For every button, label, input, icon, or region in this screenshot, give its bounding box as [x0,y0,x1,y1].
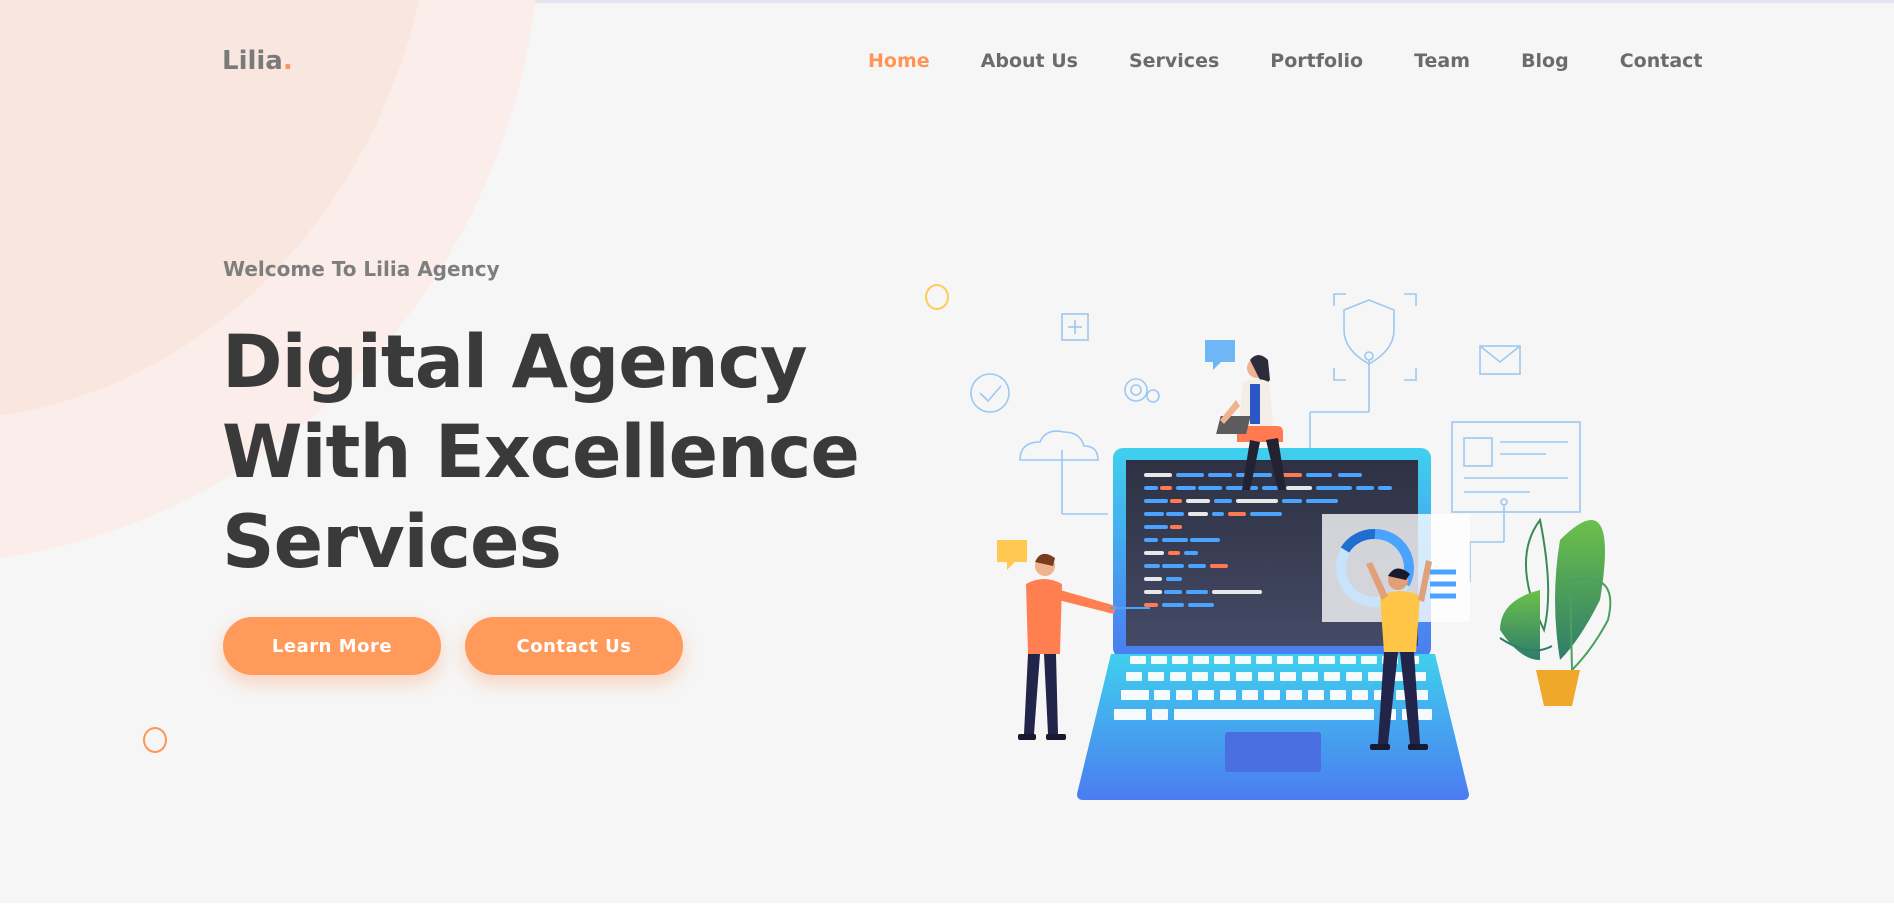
logo-text: Lilia [222,46,283,76]
laptop-team-illustration [970,293,1612,800]
nav-item-contact[interactable]: Contact [1620,50,1703,72]
page: Lilia. Home About Us Services Portfolio … [0,0,1894,915]
chat-bubble-icon [997,540,1027,570]
hero-subtitle: Welcome To Lilia Agency [223,257,500,281]
nav-item-blog[interactable]: Blog [1521,50,1569,72]
chat-bubble-icon [1205,340,1235,370]
shield-icon [1343,299,1395,365]
nav-item-portfolio[interactable]: Portfolio [1270,50,1363,72]
main-nav: Home About Us Services Portfolio Team Bl… [868,50,1754,72]
check-circle-icon [970,373,1010,413]
hero-section: Lilia. Home About Us Services Portfolio … [0,0,1894,903]
nav-item-home[interactable]: Home [868,50,930,72]
document-card-icon [1451,421,1581,513]
decorative-ring-icon [143,727,167,753]
cloud-icon [1019,430,1099,461]
learn-more-button[interactable]: Learn More [223,617,441,675]
site-logo[interactable]: Lilia. [222,46,293,76]
headline-line-1: Digital Agency [222,320,808,405]
nav-item-about-us[interactable]: About Us [981,50,1078,72]
headline-line-2: With Excellence [222,410,860,495]
contact-us-button[interactable]: Contact Us [465,617,683,675]
headline-line-3: Services [222,500,562,585]
trackpad [1225,732,1321,772]
gear-icon [1124,378,1148,402]
nav-item-services[interactable]: Services [1129,50,1219,72]
nav-item-team[interactable]: Team [1414,50,1470,72]
hero-headline: Digital Agency With Excellence Services [222,318,860,588]
logo-dot: . [282,46,293,76]
plant-icon [1499,517,1612,706]
